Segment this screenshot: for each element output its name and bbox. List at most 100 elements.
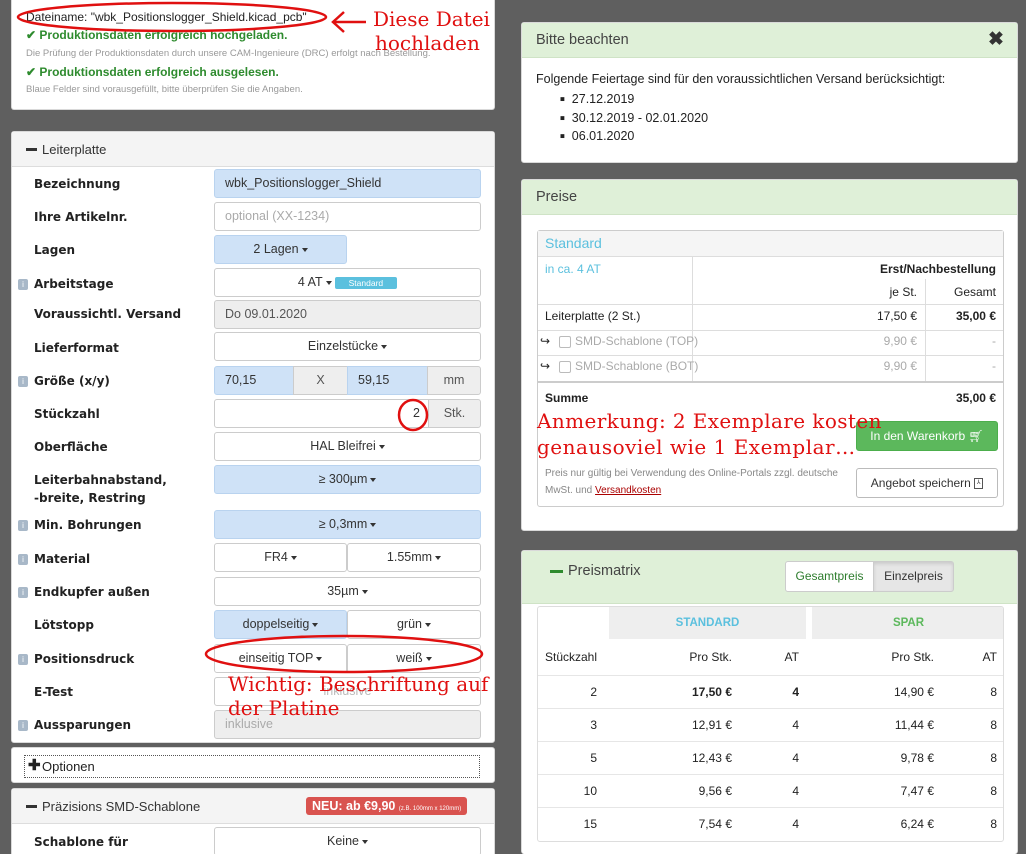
label-loetstopp: Lötstopp [34, 618, 94, 632]
spar-price-cell: 9,78 € [900, 751, 934, 765]
tab-unit-price[interactable]: Einzelpreis [873, 561, 954, 592]
info-icon[interactable]: i [18, 654, 28, 665]
badge-text: NEU: ab €9,90 [312, 799, 396, 813]
divider [538, 381, 1003, 383]
spar-at-cell: 8 [990, 718, 997, 732]
leiterbahn-select[interactable]: ≥ 300µm [214, 465, 481, 494]
label-artikelnr: Ihre Artikelnr. [34, 210, 128, 224]
select-value: HAL Bleifrei [310, 439, 376, 453]
table-row[interactable]: 3 12,91 € 4 11,44 € 8 [538, 708, 1003, 741]
divider [538, 330, 1003, 331]
expand-plus-icon[interactable]: ✚ [28, 758, 41, 773]
thickness-select[interactable]: 1.55mm [347, 543, 481, 572]
std-price-cell: 9,56 € [698, 784, 732, 798]
spar-at-cell: 8 [990, 685, 997, 699]
arbeitstage-select[interactable]: 4 AT Standard [214, 268, 481, 297]
size-separator: X [293, 366, 348, 395]
material-select[interactable]: FR4 [214, 543, 347, 572]
smd-panel-header[interactable]: Präzisions SMD-Schablone NEU: ab €9,90 (… [12, 789, 494, 824]
caret-down-icon [370, 477, 377, 482]
button-label: In den Warenkorb [870, 429, 966, 443]
price-footnote: Preis nur gültig bei Verwendung des Onli… [545, 465, 850, 499]
annotation-line: Anmerkung: 2 Exemplare kosten [537, 409, 882, 433]
list-item: ■ 30.12.2019 - 02.01.2020 [560, 109, 708, 128]
row-pcb-total: 35,00 € [955, 309, 996, 323]
std-price-cell: 12,43 € [691, 751, 732, 765]
qty-cell: 15 [583, 817, 597, 831]
endkupfer-select[interactable]: 35µm [214, 577, 481, 606]
schablone-select[interactable]: Keine [214, 827, 481, 854]
caret-down-icon [361, 589, 368, 594]
info-icon[interactable]: i [18, 554, 28, 565]
caret-down-icon [381, 344, 388, 349]
info-icon[interactable]: i [18, 376, 28, 387]
label-oberflaeche: Oberfläche [34, 440, 108, 454]
bullet-icon: ■ [560, 94, 565, 104]
size-y-input[interactable]: 59,15 [347, 366, 428, 395]
row-smd-top-each: 9,90 € [883, 334, 917, 348]
options-panel[interactable]: ✚ Optionen [11, 747, 495, 783]
tab-total-price[interactable]: Gesamtpreis [785, 561, 874, 592]
select-value: FR4 [264, 550, 288, 564]
std-at-cell: 4 [792, 817, 799, 831]
matrix-table: STANDARD SPAR Stückzahl Pro Stk. AT Pro … [537, 606, 1004, 842]
caret-down-icon [290, 555, 297, 560]
collapse-icon[interactable] [26, 805, 37, 808]
lieferformat-select[interactable]: Einzelstücke [214, 332, 481, 361]
smd-new-badge: NEU: ab €9,90 (z.B. 100mm x 120mm) [306, 797, 468, 815]
row-pcb-label: Leiterplatte (2 St.) [545, 309, 641, 323]
bohrungen-select[interactable]: ≥ 0,3mm [214, 510, 481, 539]
label-endkupfer: Endkupfer außen [34, 585, 150, 599]
annotation-upload-hint: Diese Datei hochladen [373, 7, 490, 55]
table-row[interactable]: 15 7,54 € 4 6,24 € 8 [538, 807, 1003, 840]
collapse-icon[interactable] [550, 570, 563, 573]
status-text: Produktionsdaten erfolgreich ausgelesen. [39, 65, 279, 79]
info-icon[interactable]: i [18, 279, 28, 290]
bezeichnung-input[interactable]: wbk_Positionslogger_Shield [214, 169, 481, 198]
table-row[interactable]: 10 9,56 € 4 7,47 € 8 [538, 774, 1003, 807]
spar-at-cell: 8 [990, 784, 997, 798]
col-spar-price-header: Pro Stk. [891, 650, 934, 664]
options-title: Optionen [42, 759, 95, 774]
shipping-cost-link[interactable]: Versandkosten [595, 485, 661, 496]
table-row[interactable]: 5 12,43 € 4 9,78 € 8 [538, 741, 1003, 774]
smd-title: Präzisions SMD-Schablone [42, 799, 201, 814]
matrix-title: Preismatrix [568, 563, 641, 579]
label-lieferformat: Lieferformat [34, 341, 119, 355]
prices-title: Preise [536, 189, 578, 205]
oberflaeche-select[interactable]: HAL Bleifrei [214, 432, 481, 461]
holiday-date: 06.01.2020 [571, 129, 635, 144]
annotation-arrow-icon [331, 11, 366, 33]
spar-at-cell: 8 [990, 751, 997, 765]
close-icon[interactable]: ✖ [988, 28, 1004, 51]
return-arrow-icon: ↪ [540, 334, 551, 348]
std-price-cell: 7,54 € [698, 817, 732, 831]
collapse-icon[interactable] [26, 148, 37, 151]
pdf-icon: ⅄ [974, 478, 984, 490]
pcb-panel-header[interactable]: Leiterplatte [12, 132, 494, 167]
group-label: SPAR [892, 617, 925, 629]
lagen-select[interactable]: 2 Lagen [214, 235, 347, 264]
artikelnr-input[interactable]: optional (XX-1234) [214, 202, 481, 231]
table-row[interactable]: 2 17,50 € 4 14,90 € 8 [538, 675, 1003, 708]
spar-at-cell: 8 [990, 817, 997, 831]
size-x-input[interactable]: 70,15 [214, 366, 294, 395]
smd-bot-checkbox[interactable] [559, 361, 571, 373]
plan-name: Standard [545, 235, 602, 251]
group-spar-header: SPAR [812, 607, 1003, 639]
info-icon[interactable]: i [18, 587, 28, 598]
info-icon[interactable]: i [18, 720, 28, 731]
info-icon[interactable]: i [18, 520, 28, 531]
std-at-cell: 4 [792, 751, 799, 765]
save-quote-button[interactable]: Angebot speichern ⅄ [856, 468, 998, 498]
row-smd-bot-total: - [992, 359, 996, 373]
spar-price-cell: 7,47 € [900, 784, 934, 798]
label-positionsdruck: Positionsdruck [34, 652, 135, 666]
smd-top-checkbox[interactable] [559, 336, 571, 348]
label-leiterbahn-2: -breite, Restring [34, 491, 146, 505]
button-label: Angebot speichern [870, 476, 971, 490]
caret-down-icon [435, 555, 442, 560]
col-std-price-header: Pro Stk. [689, 650, 732, 664]
col-each-header: je St. [889, 285, 917, 299]
cart-icon: 🛒︎ [968, 429, 984, 443]
